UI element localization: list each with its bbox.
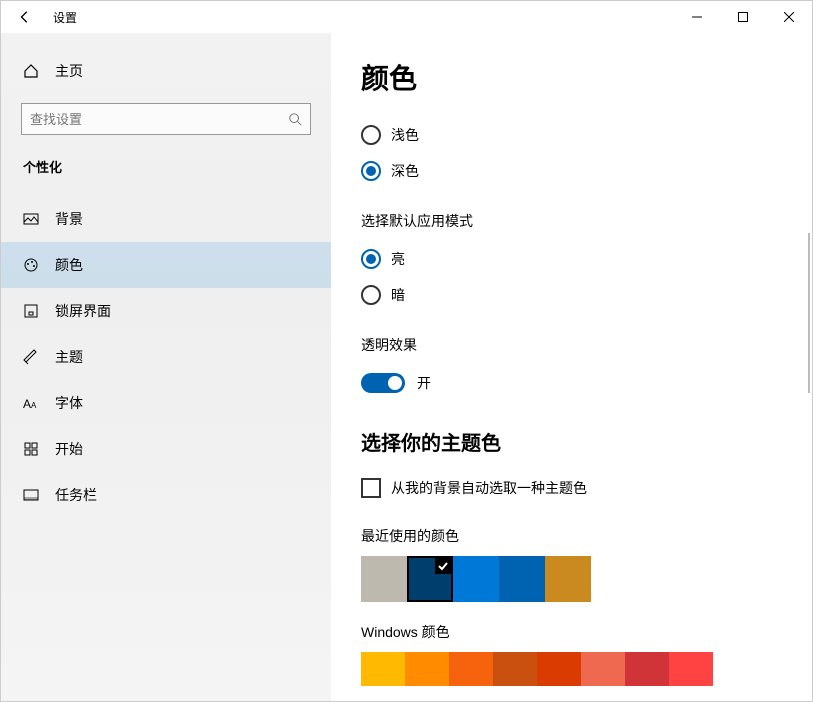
sidebar-item-start[interactable]: 开始: [1, 426, 331, 472]
search-box[interactable]: [21, 103, 311, 135]
color-swatch[interactable]: [361, 556, 407, 602]
radio-app-mode-light[interactable]: 亮: [361, 241, 772, 277]
checkbox-label: 从我的背景自动选取一种主题色: [391, 478, 587, 498]
toggle-state-label: 开: [417, 373, 431, 393]
content-panel: 颜色 浅色 深色 选择默认应用模式 亮 暗 透明效果 开: [331, 33, 812, 701]
close-icon: [784, 12, 794, 22]
auto-pick-checkbox-row[interactable]: 从我的背景自动选取一种主题色: [361, 470, 772, 506]
arrow-left-icon: [18, 10, 32, 24]
taskbar-icon: [23, 487, 39, 503]
app-mode-label: 选择默认应用模式: [361, 211, 772, 231]
accent-heading: 选择你的主题色: [361, 427, 772, 456]
radio-icon: [361, 161, 381, 181]
radio-icon: [361, 285, 381, 305]
svg-text:A: A: [31, 401, 37, 410]
sidebar-item-label: 背景: [55, 209, 83, 229]
radio-icon: [361, 125, 381, 145]
color-swatch[interactable]: [499, 556, 545, 602]
font-icon: AA: [23, 395, 39, 411]
sidebar: 主页 个性化 背景 颜色 锁屏界面: [1, 33, 331, 701]
close-button[interactable]: [766, 1, 812, 33]
sidebar-item-label: 锁屏界面: [55, 301, 111, 321]
sidebar-item-colors[interactable]: 颜色: [1, 242, 331, 288]
sidebar-section-label: 个性化: [1, 135, 331, 184]
sidebar-item-label: 主题: [55, 347, 83, 367]
page-title: 颜色: [361, 57, 772, 97]
lockscreen-icon: [23, 303, 39, 319]
back-button[interactable]: [1, 1, 49, 33]
sidebar-item-lockscreen[interactable]: 锁屏界面: [1, 288, 331, 334]
color-swatch[interactable]: [407, 556, 453, 602]
radio-label: 暗: [391, 285, 405, 305]
color-swatch[interactable]: [537, 652, 581, 686]
sidebar-item-label: 开始: [55, 439, 83, 459]
transparency-label: 透明效果: [361, 335, 772, 355]
sidebar-item-themes[interactable]: 主题: [1, 334, 331, 380]
window-title: 设置: [49, 9, 77, 26]
windows-colors-label: Windows 颜色: [361, 622, 772, 642]
color-swatch[interactable]: [669, 652, 713, 686]
color-swatch[interactable]: [545, 556, 591, 602]
sidebar-home[interactable]: 主页: [1, 51, 331, 91]
color-swatch[interactable]: [493, 652, 537, 686]
home-icon: [23, 63, 39, 79]
radio-windows-mode-dark[interactable]: 深色: [361, 153, 772, 189]
radio-app-mode-dark[interactable]: 暗: [361, 277, 772, 313]
radio-windows-mode-light[interactable]: 浅色: [361, 117, 772, 153]
recent-colors-row: [361, 556, 772, 602]
picture-icon: [23, 211, 39, 227]
color-swatch[interactable]: [405, 652, 449, 686]
titlebar: 设置: [1, 1, 812, 33]
checkmark-icon: [435, 558, 451, 574]
radio-label: 深色: [391, 161, 419, 181]
radio-icon: [361, 249, 381, 269]
sidebar-item-label: 任务栏: [55, 485, 97, 505]
color-swatch[interactable]: [625, 652, 669, 686]
transparency-toggle[interactable]: [361, 373, 405, 393]
maximize-icon: [738, 12, 748, 22]
brush-icon: [23, 349, 39, 365]
svg-text:A: A: [23, 397, 31, 411]
color-swatch[interactable]: [581, 652, 625, 686]
checkbox-icon: [361, 478, 381, 498]
sidebar-item-taskbar[interactable]: 任务栏: [1, 472, 331, 518]
windows-colors-row: [361, 652, 772, 686]
scrollbar[interactable]: [808, 233, 810, 393]
color-swatch[interactable]: [449, 652, 493, 686]
sidebar-nav: 背景 颜色 锁屏界面 主题 AA 字体: [1, 196, 331, 518]
radio-label: 亮: [391, 249, 405, 269]
color-swatch[interactable]: [453, 556, 499, 602]
search-input[interactable]: [30, 112, 288, 127]
maximize-button[interactable]: [720, 1, 766, 33]
color-swatch[interactable]: [361, 652, 405, 686]
search-icon: [288, 112, 302, 126]
start-icon: [23, 441, 39, 457]
sidebar-item-label: 字体: [55, 393, 83, 413]
transparency-toggle-row: 开: [361, 365, 772, 401]
palette-icon: [23, 257, 39, 273]
minimize-button[interactable]: [674, 1, 720, 33]
recent-colors-label: 最近使用的颜色: [361, 526, 772, 546]
radio-label: 浅色: [391, 125, 419, 145]
sidebar-item-label: 颜色: [55, 255, 83, 275]
sidebar-item-fonts[interactable]: AA 字体: [1, 380, 331, 426]
sidebar-item-background[interactable]: 背景: [1, 196, 331, 242]
sidebar-home-label: 主页: [55, 61, 83, 81]
minimize-icon: [692, 12, 702, 22]
